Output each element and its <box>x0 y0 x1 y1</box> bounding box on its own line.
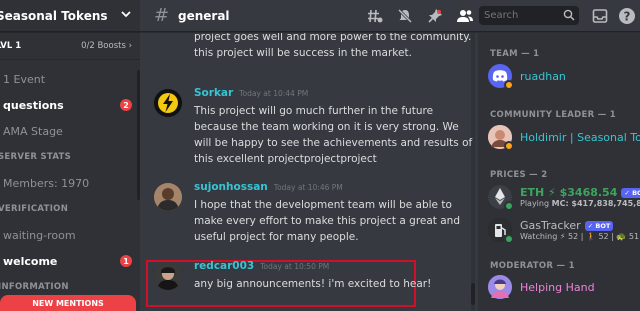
channel-list: 1 Event questions 2 AMA Stage SERVER STATS Me… <box>0 66 140 300</box>
channel-sidebar: Seasonal Tokens LVL 1 0/2 Boosts › 1 Eve… <box>0 0 140 311</box>
mention-badge: 2 <box>120 99 132 111</box>
message-timestamp: Today at 10:44 PM <box>239 89 309 98</box>
avatar <box>488 275 512 299</box>
svg-text:?: ? <box>624 9 631 23</box>
category-label: VERIFICATION <box>0 204 69 214</box>
avatar <box>488 64 514 90</box>
message-body: redcar003 Today at 10:50 PM any big anno… <box>194 260 474 292</box>
pin-icon[interactable] <box>426 7 444 25</box>
channel-header: # general Search ? <box>140 0 640 32</box>
member-item[interactable]: ETH ⚡ $3468.54✓ BOT Playing MC: $417,838… <box>488 180 640 214</box>
member-name: ruadhan <box>520 69 566 83</box>
member-name: GasTracker ✓ BOT <box>520 219 639 232</box>
message-body: sujonhossan Today at 10:46 PM I hope tha… <box>194 181 474 245</box>
member-list: TEAM — 1 ruadhan COMMUNITY LEADER — 1 Ho… <box>478 33 640 311</box>
message-text: I hope that the development team will be… <box>194 199 461 243</box>
message-author[interactable]: redcar003 <box>194 260 254 272</box>
member-name: ETH ⚡ $3468.54✓ BOT <box>520 186 640 199</box>
server-header[interactable]: Seasonal Tokens <box>0 0 140 32</box>
avatar <box>488 218 514 244</box>
avatar <box>488 125 514 151</box>
bot-tag: ✓ BOT <box>584 220 614 231</box>
status-dot <box>504 234 514 244</box>
category-label: INFORMATION <box>0 282 69 292</box>
category-label: SERVER STATS <box>0 152 72 162</box>
member-category-community-leader: COMMUNITY LEADER — 1 <box>490 110 617 120</box>
channel-label: welcome <box>3 254 58 268</box>
avatar <box>488 185 514 211</box>
member-item[interactable]: Holdimir | Seasonal To... <box>488 120 640 154</box>
channel-label: Members: 1970 <box>3 176 90 190</box>
server-name: Seasonal Tokens <box>0 8 108 23</box>
channel-label: waiting-room <box>3 228 76 242</box>
channel-category[interactable]: SERVER STATS <box>0 144 140 170</box>
status-dot <box>504 201 514 211</box>
member-name: Holdimir | Seasonal To... <box>520 130 640 144</box>
message-timestamp: Today at 10:46 PM <box>273 183 343 192</box>
message-list: project goes well and more power to the … <box>140 33 478 311</box>
sidebar-channel-item[interactable]: welcome 1 <box>0 248 140 274</box>
status-dot <box>504 80 514 90</box>
sidebar-channel-item[interactable]: waiting-room <box>0 222 140 248</box>
status-dot <box>504 141 514 151</box>
channel-title: general <box>178 8 230 23</box>
message-author[interactable]: Sorkar <box>194 87 233 99</box>
message-body: Sorkar Today at 10:44 PM This project wi… <box>194 87 474 167</box>
avatar[interactable] <box>154 89 182 117</box>
message-text: any big announcements! i'm excited to he… <box>194 278 432 290</box>
sidebar-channel-item[interactable]: AMA Stage <box>0 118 140 144</box>
search-input[interactable]: Search <box>479 6 579 25</box>
channel-category[interactable]: VERIFICATION <box>0 196 140 222</box>
inbox-icon[interactable] <box>591 7 609 25</box>
message-continuation-text: project goes well and more power to the … <box>194 33 472 59</box>
notification-muted-icon[interactable] <box>396 7 414 25</box>
bot-tag: ✓ BOT <box>621 187 640 198</box>
chevron-down-icon[interactable] <box>120 8 132 23</box>
message-timestamp: Today at 10:50 PM <box>260 262 330 271</box>
sidebar-channel-item[interactable]: 1 Event <box>0 66 140 92</box>
member-activity: Playing MC: $417,838,745,848 <box>520 199 640 208</box>
member-category-prices: PRICES — 2 <box>490 170 548 180</box>
member-category-team: TEAM — 1 <box>490 49 540 59</box>
channel-label: 1 Event <box>3 72 46 86</box>
avatar[interactable] <box>154 183 182 211</box>
boost-progress[interactable]: LVL 1 0/2 Boosts › <box>0 32 140 60</box>
mention-badge: 1 <box>120 255 132 267</box>
member-activity: Watching ⚡ 52 | 🚶 52 | 🐢 51 <box>520 232 640 241</box>
message-author[interactable]: sujonhossan <box>194 181 268 193</box>
sidebar-channel-item[interactable]: Members: 1970 <box>0 170 140 196</box>
channel-label: questions <box>3 98 64 112</box>
member-list-icon[interactable] <box>456 7 474 25</box>
channel-hash-icon: # <box>154 5 170 26</box>
boost-level: LVL 1 <box>0 40 22 51</box>
member-item[interactable]: GasTracker ✓ BOT Watching ⚡ 52 | 🚶 52 | 🐢… <box>488 213 640 247</box>
new-mentions-button[interactable]: NEW MENTIONS <box>0 295 136 311</box>
message-text: This project will go much further in the… <box>194 105 473 165</box>
member-name: Helping Hand <box>520 280 595 294</box>
sidebar-channel-item[interactable]: questions 2 <box>0 92 140 118</box>
search-placeholder: Search <box>484 10 519 21</box>
search-icon <box>563 6 575 25</box>
avatar[interactable] <box>154 262 182 290</box>
member-item[interactable]: ruadhan <box>488 59 640 93</box>
boost-count: 0/2 Boosts › <box>81 40 132 51</box>
channel-label: AMA Stage <box>3 124 63 138</box>
help-icon[interactable]: ? <box>617 6 637 26</box>
threads-icon[interactable] <box>366 7 384 25</box>
member-item[interactable]: Helping Hand <box>488 270 640 304</box>
